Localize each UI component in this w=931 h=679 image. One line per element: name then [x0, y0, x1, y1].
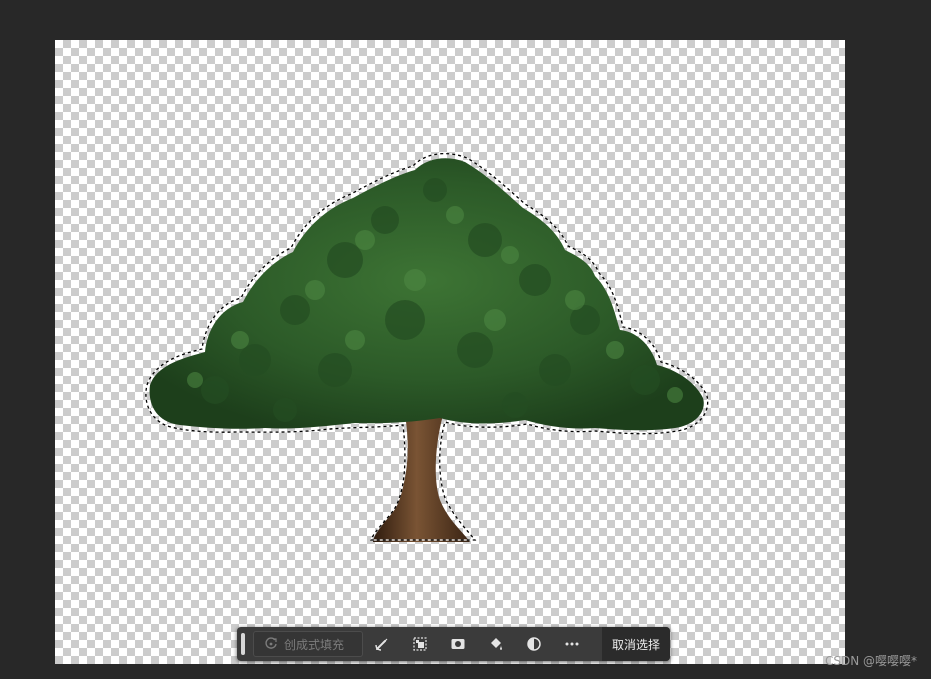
contextual-task-bar: 创成式填充 取消选择: [237, 627, 670, 661]
invert-selection-button[interactable]: [401, 627, 439, 661]
adjustment-layer-icon: [526, 636, 542, 652]
create-mask-button[interactable]: [439, 627, 477, 661]
deselect-button[interactable]: 取消选择: [601, 627, 670, 661]
adjustment-layer-button[interactable]: [515, 627, 553, 661]
modify-selection-icon: [374, 636, 390, 652]
fill-selection-button[interactable]: [477, 627, 515, 661]
tree-foliage: [149, 158, 704, 431]
modify-selection-button[interactable]: [363, 627, 401, 661]
workspace: 创成式填充 取消选择 CSDN @嘤嘤嘤*: [0, 0, 931, 679]
invert-selection-icon: [412, 636, 428, 652]
more-options-icon: [564, 636, 580, 652]
watermark: CSDN @嘤嘤嘤*: [824, 654, 917, 668]
create-mask-icon: [450, 636, 466, 652]
generative-fill-label: 创成式填充: [284, 637, 345, 652]
fill-selection-icon: [488, 636, 504, 652]
document-canvas[interactable]: [55, 40, 845, 664]
generative-fill-icon: [264, 637, 278, 651]
tree-trunk: [373, 415, 470, 542]
generative-fill-button[interactable]: 创成式填充: [253, 631, 363, 657]
tree-image: [145, 152, 709, 542]
more-options-button[interactable]: [553, 627, 591, 661]
drag-handle[interactable]: [241, 633, 245, 655]
